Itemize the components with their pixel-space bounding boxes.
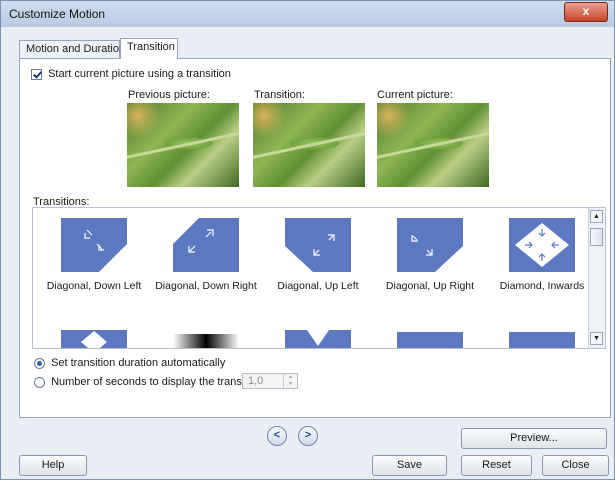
- list-item[interactable]: Diagonal, Down Right: [151, 218, 261, 292]
- next-picture-button[interactable]: >: [298, 426, 318, 446]
- seconds-stepper[interactable]: 1,0 ▲ ▼: [242, 373, 298, 389]
- stepper-up-icon[interactable]: ▲: [284, 374, 297, 381]
- diamond-inwards-icon: [509, 218, 575, 272]
- previous-picture-button[interactable]: <: [267, 426, 287, 446]
- window-title: Customize Motion: [9, 7, 106, 21]
- list-item-partial[interactable]: [285, 330, 351, 348]
- transitions-list[interactable]: Diagonal, Down Left Diagonal, Down Right: [32, 207, 606, 349]
- window-close-button[interactable]: x: [564, 2, 608, 22]
- reset-button[interactable]: Reset: [461, 455, 532, 476]
- list-item-caption: Diagonal, Up Right: [385, 280, 475, 292]
- tab-transition[interactable]: Transition: [120, 38, 178, 59]
- transition-panel: Start current picture using a transition…: [19, 58, 611, 418]
- customize-motion-window: Customize Motion x Motion and Duration T…: [0, 0, 615, 480]
- scroll-down-icon[interactable]: ▼: [590, 332, 603, 345]
- previous-picture-label: Previous picture:: [128, 89, 210, 101]
- seconds-duration-radio[interactable]: [34, 376, 45, 388]
- current-picture-label: Current picture:: [377, 89, 453, 101]
- transitions-scrollbar[interactable]: ▲ ▼: [588, 208, 605, 348]
- transition-preview-image: [253, 103, 365, 187]
- list-item-partial[interactable]: [173, 334, 239, 348]
- list-item[interactable]: Diagonal, Up Left: [263, 218, 373, 292]
- title-bar: Customize Motion x: [1, 1, 614, 27]
- start-transition-option[interactable]: Start current picture using a transition: [31, 68, 231, 80]
- list-item-partial[interactable]: [397, 332, 463, 348]
- stepper-arrows[interactable]: ▲ ▼: [283, 374, 297, 388]
- start-transition-checkbox[interactable]: [31, 68, 42, 80]
- auto-duration-option[interactable]: Set transition duration automatically: [34, 357, 225, 369]
- diagonal-down-right-icon: [173, 218, 239, 272]
- diagonal-down-left-icon: [61, 218, 127, 272]
- start-transition-label: Start current picture using a transition: [48, 68, 231, 81]
- scroll-thumb[interactable]: [590, 228, 603, 246]
- seconds-duration-option[interactable]: Number of seconds to display the transit…: [34, 376, 262, 388]
- seconds-duration-label: Number of seconds to display the transit…: [51, 376, 263, 389]
- current-picture-image: [377, 103, 489, 187]
- list-item[interactable]: Diamond, Inwards: [487, 218, 597, 292]
- list-item[interactable]: Diagonal, Down Left: [39, 218, 149, 292]
- list-item-partial[interactable]: [61, 330, 127, 348]
- seconds-value: 1,0: [248, 375, 264, 387]
- list-item-caption: Diagonal, Down Left: [46, 280, 142, 292]
- diagonal-up-right-icon: [397, 218, 463, 272]
- close-button[interactable]: Close: [542, 455, 609, 476]
- scroll-up-icon[interactable]: ▲: [590, 210, 603, 223]
- stepper-down-icon[interactable]: ▼: [284, 381, 297, 388]
- preview-button[interactable]: Preview...: [461, 428, 607, 449]
- list-item-caption: Diagonal, Down Right: [155, 280, 257, 292]
- list-item-caption: Diamond, Inwards: [499, 280, 585, 292]
- diagonal-up-left-icon: [285, 218, 351, 272]
- previous-picture-image: [127, 103, 239, 187]
- auto-duration-radio[interactable]: [34, 357, 45, 369]
- auto-duration-label: Set transition duration automatically: [51, 357, 226, 370]
- tab-motion-and-duration[interactable]: Motion and Duration: [19, 40, 125, 58]
- list-item[interactable]: Diagonal, Up Right: [375, 218, 485, 292]
- transition-label: Transition:: [254, 89, 305, 101]
- help-button[interactable]: Help: [19, 455, 87, 476]
- list-item-caption: Diagonal, Up Left: [277, 280, 359, 292]
- save-button[interactable]: Save: [372, 455, 447, 476]
- list-item-partial[interactable]: [509, 332, 575, 348]
